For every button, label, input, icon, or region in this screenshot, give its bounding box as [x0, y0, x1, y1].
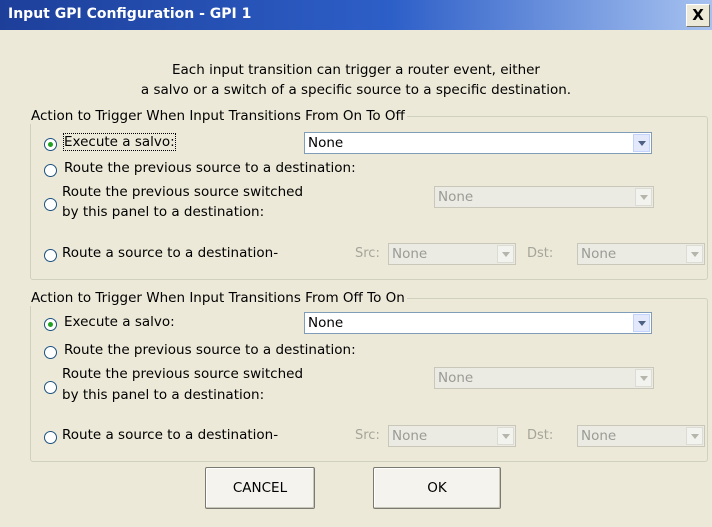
- on-to-off-previous-source-label[interactable]: Route the previous source to a destinati…: [64, 160, 356, 176]
- chevron-down-icon: [497, 427, 514, 445]
- on-to-off-route-source-label[interactable]: Route a source to a destination-: [62, 245, 278, 261]
- on-to-off-dst-label: Dst:: [527, 246, 554, 261]
- on-to-off-src-label: Src:: [355, 246, 380, 261]
- off-to-on-previous-source-label[interactable]: Route the previous source to a destinati…: [64, 342, 356, 358]
- title-bar[interactable]: Input GPI Configuration - GPI 1 X: [0, 0, 712, 30]
- on-to-off-src-value: None: [392, 246, 428, 262]
- off-to-on-src-label: Src:: [355, 428, 380, 443]
- off-to-on-panel-switched-radio[interactable]: [44, 381, 57, 394]
- close-button[interactable]: X: [686, 4, 710, 27]
- chevron-down-icon: [635, 369, 652, 387]
- on-to-off-dst-value: None: [581, 246, 617, 262]
- on-to-off-panel-switched-value: None: [438, 189, 474, 205]
- off-to-on-panel-switched-value: None: [438, 370, 474, 386]
- on-to-off-legend: Action to Trigger When Input Transitions…: [31, 108, 405, 124]
- chevron-down-icon[interactable]: [633, 134, 650, 152]
- off-to-on-salvo-value: None: [308, 315, 344, 331]
- off-to-on-execute-salvo-label[interactable]: Execute a salvo:: [64, 314, 175, 330]
- description-line-1: Each input transition can trigger a rout…: [172, 62, 540, 78]
- on-to-off-route-source-radio[interactable]: [44, 249, 57, 262]
- off-to-on-route-source-radio[interactable]: [44, 431, 57, 444]
- on-to-off-execute-salvo-radio[interactable]: [44, 138, 57, 151]
- on-to-off-dst-select: None: [577, 243, 705, 265]
- dialog-window: Input GPI Configuration - GPI 1 X Each i…: [0, 0, 712, 527]
- chevron-down-icon: [635, 188, 652, 206]
- off-to-on-legend: Action to Trigger When Input Transitions…: [31, 290, 405, 306]
- on-to-off-salvo-select[interactable]: None: [304, 132, 652, 154]
- chevron-down-icon: [686, 245, 703, 263]
- chevron-down-icon: [686, 427, 703, 445]
- window-title: Input GPI Configuration - GPI 1: [8, 6, 252, 22]
- cancel-button[interactable]: CANCEL: [205, 467, 315, 509]
- on-to-off-src-select: None: [388, 243, 516, 265]
- ok-button[interactable]: OK: [373, 467, 501, 509]
- description-line-2: a salvo or a switch of a specific source…: [140, 82, 572, 98]
- off-to-on-dst-label: Dst:: [527, 428, 554, 443]
- on-to-off-panel-switched-radio[interactable]: [44, 198, 57, 211]
- on-to-off-execute-salvo-label[interactable]: Execute a salvo:: [63, 133, 176, 151]
- off-to-on-dst-value: None: [581, 428, 617, 444]
- off-to-on-src-select: None: [388, 425, 516, 447]
- off-to-on-dst-select: None: [577, 425, 705, 447]
- off-to-on-previous-source-radio[interactable]: [44, 346, 57, 359]
- on-to-off-salvo-value: None: [308, 135, 344, 151]
- on-to-off-previous-source-radio[interactable]: [44, 164, 57, 177]
- off-to-on-panel-switched-select: None: [434, 367, 654, 389]
- off-to-on-src-value: None: [392, 428, 428, 444]
- off-to-on-salvo-select[interactable]: None: [304, 312, 652, 334]
- off-to-on-panel-switched-label-2[interactable]: by this panel to a destination:: [62, 387, 264, 403]
- chevron-down-icon[interactable]: [633, 314, 650, 332]
- on-to-off-panel-switched-select: None: [434, 186, 654, 208]
- off-to-on-execute-salvo-radio[interactable]: [44, 318, 57, 331]
- off-to-on-panel-switched-label-1[interactable]: Route the previous source switched: [62, 366, 303, 382]
- on-to-off-panel-switched-label-1[interactable]: Route the previous source switched: [62, 184, 303, 200]
- chevron-down-icon: [497, 245, 514, 263]
- off-to-on-route-source-label[interactable]: Route a source to a destination-: [62, 427, 278, 443]
- on-to-off-panel-switched-label-2[interactable]: by this panel to a destination:: [62, 204, 264, 220]
